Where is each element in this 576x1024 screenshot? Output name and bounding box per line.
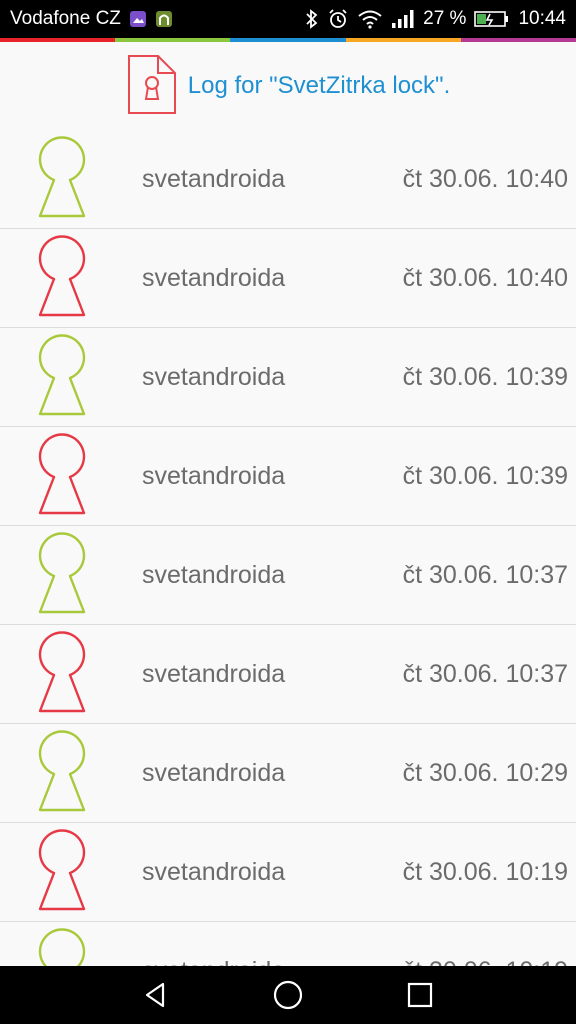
log-user: svetandroida xyxy=(142,165,286,193)
log-time: čt 30.06. 10:19 xyxy=(403,922,568,966)
log-time: čt 30.06. 10:39 xyxy=(402,462,568,490)
log-row[interactable]: svetandroida čt 30.06. 10:29 xyxy=(0,724,576,823)
log-user: svetandroida xyxy=(142,660,286,688)
log-list[interactable]: svetandroida čt 30.06. 10:40 svetandroida č… xyxy=(0,130,576,966)
log-time: čt 30.06. 10:29 xyxy=(402,759,568,787)
alarm-icon xyxy=(327,8,349,30)
unlock-keyhole-icon xyxy=(34,334,90,418)
lock-door-icon xyxy=(126,53,178,120)
log-user: svetandroida xyxy=(142,922,285,966)
bluetooth-icon xyxy=(305,9,319,29)
unlock-keyhole-icon xyxy=(34,532,90,616)
recents-icon[interactable] xyxy=(400,975,440,1015)
log-user: svetandroida xyxy=(142,462,286,490)
log-time: čt 30.06. 10:39 xyxy=(402,363,568,391)
signal-icon xyxy=(391,9,415,29)
navigation-bar xyxy=(0,966,576,1024)
log-user: svetandroida xyxy=(142,561,286,589)
home-icon[interactable] xyxy=(268,975,308,1015)
clock: 10:44 xyxy=(518,8,566,29)
carrier-name: Vodafone CZ xyxy=(10,8,121,29)
log-user: svetandroida xyxy=(142,759,286,787)
battery-icon xyxy=(474,10,510,28)
log-row[interactable]: svetandroida čt 30.06. 10:40 xyxy=(0,229,576,328)
lock-keyhole-icon xyxy=(34,433,90,517)
app-root: Vodafone CZ 27 % 10:44 Log for "SvetZitr… xyxy=(0,0,576,1024)
back-icon[interactable] xyxy=(136,975,176,1015)
log-row[interactable]: svetandroida čt 30.06. 10:40 xyxy=(0,130,576,229)
log-time: čt 30.06. 10:40 xyxy=(402,165,568,193)
log-user: svetandroida xyxy=(142,858,286,886)
log-row[interactable]: svetandroida čt 30.06. 10:37 xyxy=(0,526,576,625)
log-user: svetandroida xyxy=(142,264,286,292)
log-row[interactable]: svetandroida čt 30.06. 10:19 xyxy=(0,922,576,966)
log-title: Log for "SvetZitrka lock". xyxy=(187,72,451,99)
android-icon xyxy=(155,10,173,28)
log-row[interactable]: svetandroida čt 30.06. 10:19 xyxy=(0,823,576,922)
unlock-keyhole-icon xyxy=(34,136,90,220)
log-row[interactable]: svetandroida čt 30.06. 10:37 xyxy=(0,625,576,724)
log-time: čt 30.06. 10:19 xyxy=(402,858,568,886)
log-time: čt 30.06. 10:40 xyxy=(402,264,568,292)
gallery-icon xyxy=(129,10,147,28)
unlock-keyhole-icon xyxy=(34,730,90,814)
log-time: čt 30.06. 10:37 xyxy=(402,561,568,589)
lock-keyhole-icon xyxy=(34,631,90,715)
log-time: čt 30.06. 10:37 xyxy=(402,660,568,688)
lock-keyhole-icon xyxy=(34,235,90,319)
status-bar: Vodafone CZ 27 % 10:44 xyxy=(0,0,576,38)
unlock-keyhole-icon xyxy=(34,928,90,966)
log-user: svetandroida xyxy=(142,363,286,391)
log-row[interactable]: svetandroida čt 30.06. 10:39 xyxy=(0,427,576,526)
battery-percent: 27 % xyxy=(423,8,467,29)
log-header: Log for "SvetZitrka lock". xyxy=(0,42,576,130)
wifi-icon xyxy=(357,9,383,29)
lock-keyhole-icon xyxy=(34,829,90,913)
log-row[interactable]: svetandroida čt 30.06. 10:39 xyxy=(0,328,576,427)
